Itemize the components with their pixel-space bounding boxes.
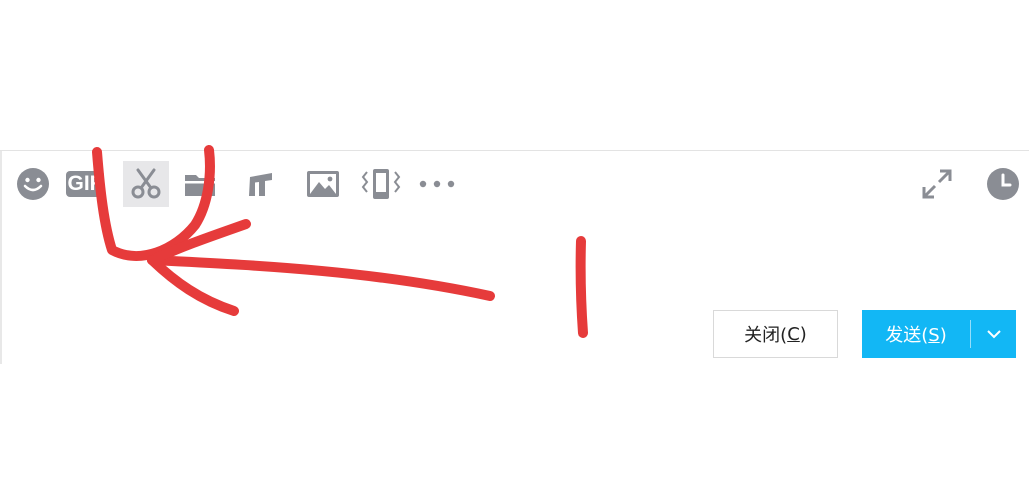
chevron-down-icon — [986, 330, 1001, 339]
text-format-button[interactable] — [238, 161, 284, 207]
gif-label: GIF — [67, 172, 103, 195]
scissors-icon — [131, 168, 161, 199]
expand-icon — [922, 169, 952, 199]
expand-button[interactable] — [914, 161, 960, 207]
send-button-group: 发送(S) — [862, 310, 1016, 358]
close-button-label: 关闭( — [744, 325, 788, 346]
more-button[interactable] — [414, 161, 460, 207]
shake-window-button[interactable] — [358, 161, 404, 207]
gif-button[interactable]: GIF — [62, 161, 108, 207]
file-button[interactable] — [177, 161, 223, 207]
close-shortcut-key: C — [787, 323, 800, 345]
image-button[interactable] — [300, 161, 346, 207]
send-button-suffix: ) — [939, 325, 947, 346]
chat-composer: GIF 关闭(C) 发送(S) — [0, 150, 1029, 364]
send-options-dropdown[interactable] — [971, 329, 1016, 339]
send-button-label: 发送( — [885, 325, 929, 346]
folder-icon — [185, 175, 215, 196]
screenshot-stage: GIF 关闭(C) 发送(S) — [0, 0, 1029, 500]
window-left-border — [0, 151, 2, 364]
send-shortcut-key: S — [928, 325, 940, 346]
composer-toolbar: GIF — [0, 159, 1029, 211]
send-button[interactable]: 发送(S) — [862, 321, 970, 347]
message-input-area[interactable] — [4, 213, 1024, 303]
close-button-suffix: ) — [799, 323, 807, 345]
gif-icon: GIF — [66, 171, 104, 197]
more-icon — [419, 180, 455, 188]
emoji-button[interactable] — [10, 161, 56, 207]
shake-window-icon — [361, 169, 401, 199]
history-clock-icon — [987, 168, 1019, 200]
history-button[interactable] — [980, 161, 1026, 207]
emoji-icon — [17, 168, 49, 200]
image-icon — [307, 171, 339, 197]
screenshot-scissors-button[interactable] — [123, 161, 169, 207]
text-format-icon — [249, 173, 272, 196]
close-button[interactable]: 关闭(C) — [713, 310, 838, 358]
